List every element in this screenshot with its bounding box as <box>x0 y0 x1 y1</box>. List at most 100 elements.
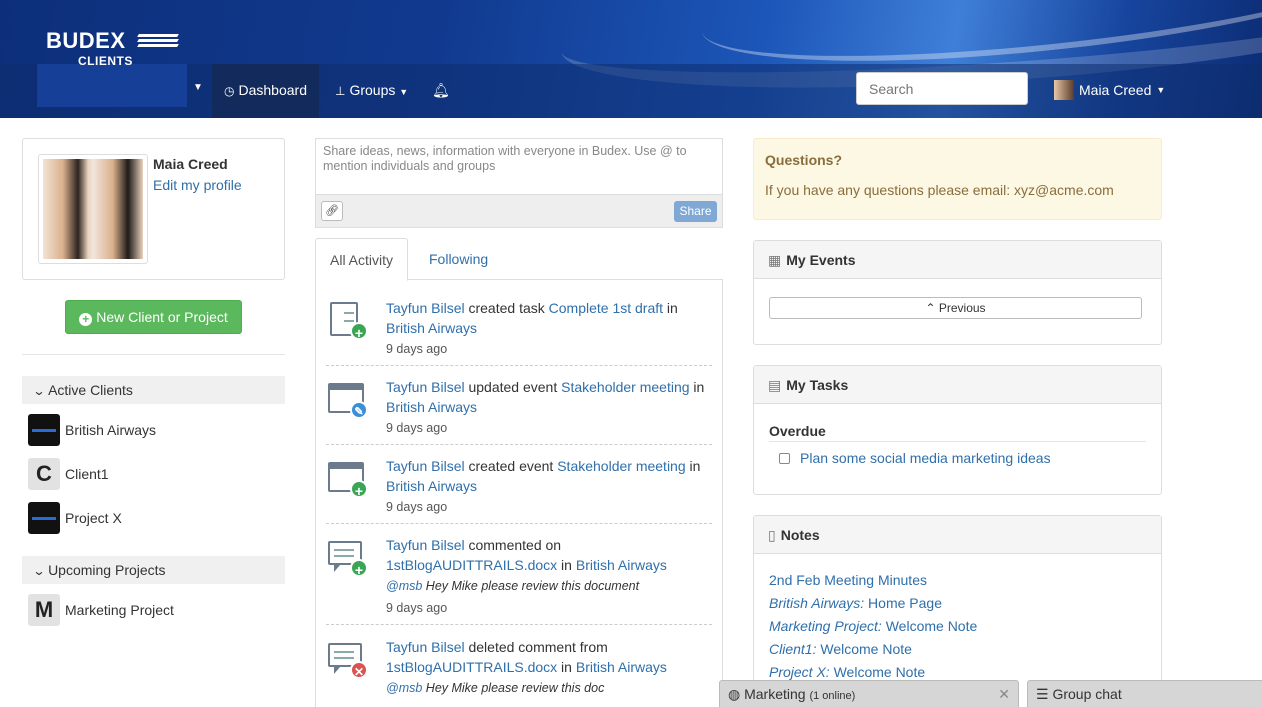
questions-title: Questions? <box>765 152 843 168</box>
nav-groups[interactable]: ⊥ Groups ▼ <box>323 64 420 118</box>
note-link[interactable]: Project X: Welcome Note <box>769 663 925 681</box>
feed-timestamp: 9 days ago <box>386 500 448 514</box>
project-item-marketing[interactable]: M Marketing Project <box>28 594 174 626</box>
chat-online-count: (1 online) <box>809 690 856 702</box>
nav-dashboard-label: Dashboard <box>238 82 307 98</box>
logo-stripes-icon <box>137 34 179 52</box>
upcoming-projects-header[interactable]: ⌄ Upcoming Projects <box>22 556 285 584</box>
link-icon: 🔗︎ <box>325 205 339 217</box>
task-link[interactable]: Plan some social media marketing ideas <box>800 450 1051 466</box>
my-tasks-header: ▤ My Tasks <box>754 366 1161 404</box>
upcoming-projects-title: Upcoming Projects <box>48 562 166 578</box>
feed-timestamp: 9 days ago <box>386 342 448 356</box>
feed-target-link[interactable]: British Airways <box>576 557 667 573</box>
activity-feed: + Tayfun Bilsel created task Complete 1s… <box>315 280 723 707</box>
my-tasks-panel: ▤ My Tasks Overdue Plan some social media… <box>753 365 1162 495</box>
feed-actor-link[interactable]: Tayfun Bilsel <box>386 300 465 316</box>
feed-item: ✎ Tayfun Bilsel updated event Stakeholde… <box>326 377 712 445</box>
share-textarea[interactable]: Share ideas, news, information with ever… <box>323 144 718 174</box>
feed-timestamp: 9 days ago <box>386 601 448 615</box>
feed-target-link[interactable]: British Airways <box>576 659 667 675</box>
share-button[interactable]: Share <box>674 201 717 222</box>
notes-title: Notes <box>780 527 820 543</box>
feed-target-link[interactable]: British Airways <box>386 320 477 336</box>
task-checkbox[interactable] <box>779 452 790 464</box>
tab-all-activity[interactable]: All Activity <box>315 238 409 281</box>
profile-card: Maia Creed Edit my profile <box>22 138 285 280</box>
project-name: Marketing Project <box>65 602 174 618</box>
feed-actor-link[interactable]: Tayfun Bilsel <box>386 639 465 655</box>
feed-object-link[interactable]: Stakeholder meeting <box>561 379 689 395</box>
client-item-british-airways[interactable]: British Airways <box>28 414 156 446</box>
logo-text-clients: CLIENTS <box>78 54 133 68</box>
chevron-down-icon: ▼ <box>399 87 409 97</box>
notifications-bell[interactable]: 🔔︎ <box>420 64 462 118</box>
project-thumbnail: M <box>28 594 60 626</box>
attach-link-button[interactable]: 🔗︎ <box>321 201 343 221</box>
questions-alert: Questions? If you have any questions ple… <box>753 138 1162 220</box>
chat-group-label: Group chat <box>1052 686 1122 702</box>
notes-panel: ▯ Notes 2nd Feb Meeting Minutes British A… <box>753 515 1162 707</box>
note-link[interactable]: Marketing Project: Welcome Note <box>769 617 977 635</box>
feed-mention-link[interactable]: @msb <box>386 579 422 593</box>
client-item-project-x[interactable]: Project X <box>28 502 122 534</box>
feed-actor-link[interactable]: Tayfun Bilsel <box>386 537 465 553</box>
feed-actor-link[interactable]: Tayfun Bilsel <box>386 458 465 474</box>
user-avatar <box>1054 80 1074 100</box>
edit-profile-link[interactable]: Edit my profile <box>153 177 242 193</box>
chat-tab-group[interactable]: ☰ Group chat <box>1027 680 1262 707</box>
feed-item: + Tayfun Bilsel commented on 1stBlogAUDI… <box>326 535 712 625</box>
active-clients-title: Active Clients <box>48 382 133 398</box>
feed-item: + Tayfun Bilsel created event Stakeholde… <box>326 456 712 524</box>
feed-mention-link[interactable]: @msb <box>386 681 422 695</box>
feed-actor-link[interactable]: Tayfun Bilsel <box>386 379 465 395</box>
tab-following[interactable]: Following <box>415 238 502 280</box>
profile-image <box>43 159 143 259</box>
feed-object-link[interactable]: Stakeholder meeting <box>557 458 685 474</box>
client-thumbnail <box>28 414 60 446</box>
feed-object-link[interactable]: Complete 1st draft <box>549 300 663 316</box>
chevron-down-icon: ▼ <box>1156 85 1166 95</box>
document-icon: ▯ <box>768 527 776 543</box>
nav-dashboard[interactable]: ◷ Dashboard <box>212 64 319 118</box>
profile-photo[interactable] <box>38 154 148 264</box>
new-client-or-project-button[interactable]: + New Client or Project <box>65 300 242 334</box>
nav-groups-label: Groups <box>349 82 396 98</box>
close-icon[interactable]: ✕ <box>998 681 1010 707</box>
chevron-up-icon: ⌃ <box>925 301 936 315</box>
search-input[interactable] <box>856 72 1028 105</box>
client-item-client1[interactable]: C Client1 <box>28 458 109 490</box>
note-link[interactable]: Client1: Welcome Note <box>769 640 912 658</box>
logo-dropdown-caret-icon[interactable]: ▼ <box>193 82 203 93</box>
my-events-panel: ▦ My Events ⌃ Previous <box>753 240 1162 345</box>
plus-circle-icon: + <box>79 313 93 326</box>
chat-tab-marketing[interactable]: ◍ Marketing (1 online) ✕ <box>719 680 1019 707</box>
comment-delete-icon: ✕ <box>326 637 368 679</box>
questions-message: If you have any questions please email: … <box>765 182 1114 198</box>
notes-header: ▯ Notes <box>754 516 1161 554</box>
client-thumbnail <box>28 502 60 534</box>
my-events-title: My Events <box>786 252 856 268</box>
calendar-icon: ▦ <box>768 252 782 268</box>
new-button-label: New Client or Project <box>96 309 228 325</box>
client-thumbnail: C <box>28 458 60 490</box>
feed-target-link[interactable]: British Airways <box>386 399 477 415</box>
feed-comment: @msb Hey Mike please review this documen… <box>386 579 640 593</box>
calendar-add-icon: + <box>326 456 368 499</box>
header <box>0 0 1262 118</box>
user-menu[interactable]: Maia Creed ▼ <box>1054 80 1165 100</box>
logo-box[interactable] <box>37 64 187 107</box>
globe-icon: ◍ <box>728 686 741 702</box>
budex-logo[interactable]: BUDEX CLIENTS <box>46 30 179 68</box>
feed-object-link[interactable]: 1stBlogAUDITTRAILS.docx <box>386 659 557 675</box>
previous-events-button[interactable]: ⌃ Previous <box>769 297 1142 319</box>
feed-object-link[interactable]: 1stBlogAUDITTRAILS.docx <box>386 557 557 573</box>
feed-target-link[interactable]: British Airways <box>386 478 477 494</box>
active-clients-header[interactable]: ⌄ Active Clients <box>22 376 285 404</box>
sitemap-icon: ⊥ <box>335 84 346 98</box>
sidebar-divider <box>22 354 285 355</box>
feed-timestamp: 9 days ago <box>386 421 448 435</box>
note-link[interactable]: 2nd Feb Meeting Minutes <box>769 571 927 589</box>
note-link[interactable]: British Airways: Home Page <box>769 594 942 612</box>
task-item[interactable]: Plan some social media marketing ideas <box>779 450 1051 466</box>
